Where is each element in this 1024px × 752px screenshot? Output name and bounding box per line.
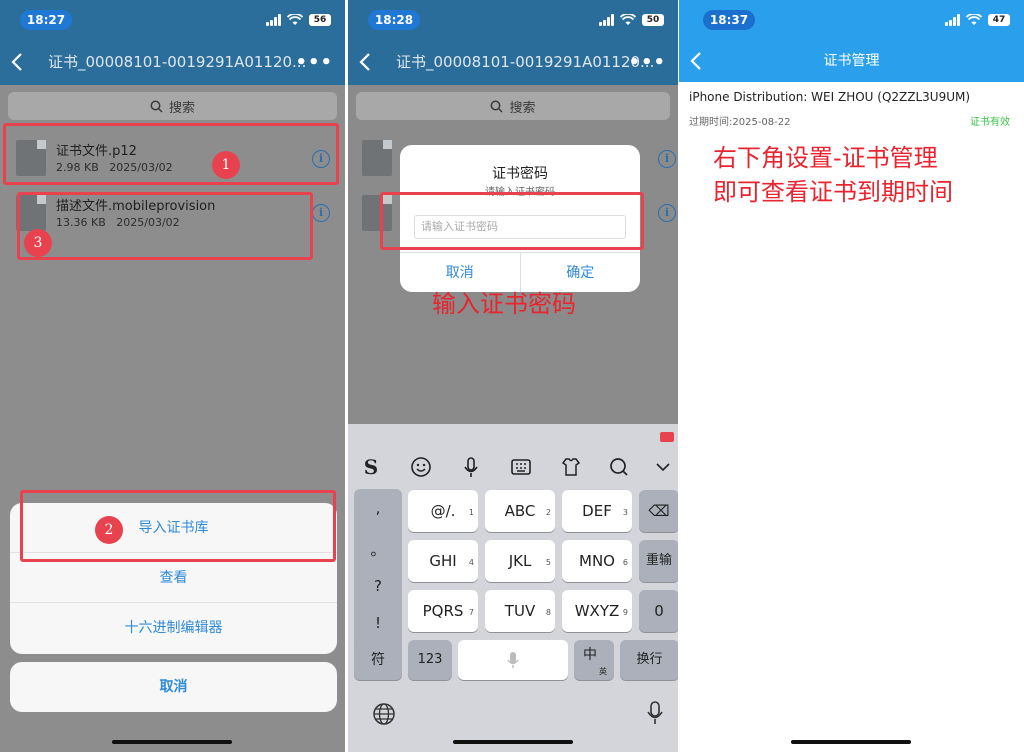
home-indicator	[453, 740, 573, 744]
search-icon	[150, 100, 163, 113]
info-icon[interactable]: i	[658, 204, 676, 222]
key-3[interactable]: DEF 3	[562, 490, 632, 532]
microphone-icon	[507, 652, 519, 668]
step-badge-1: 1	[212, 151, 240, 179]
keyboard-layout-icon[interactable]	[508, 454, 534, 480]
step-badge-2: 2	[95, 516, 123, 544]
keyboard: S , 。 ? ! @/. 1 ABC 2 DEF 3 ⌫ GHI 4 JKL 5 MNO…	[348, 424, 678, 752]
nav-bar: 证书_00008101-0019291A01120... •••	[0, 40, 345, 85]
wifi-icon	[620, 14, 636, 25]
signal-icon	[945, 14, 960, 26]
info-icon[interactable]: i	[658, 150, 676, 168]
info-icon[interactable]: i	[312, 204, 330, 222]
panel-password: 18:28 50 证书_00008101-0019291A01120... ••…	[348, 0, 678, 752]
punct-key[interactable]: 。	[354, 539, 402, 560]
wifi-icon	[966, 14, 982, 25]
key-9[interactable]: WXYZ 9	[562, 590, 632, 632]
dictation-icon[interactable]	[646, 700, 664, 726]
cancel-button[interactable]: 取消	[10, 662, 337, 712]
nav-title: 证书_00008101-0019291A01120...	[396, 53, 655, 71]
space-key[interactable]	[458, 640, 568, 680]
emoji-icon[interactable]	[408, 454, 434, 480]
status-bar: 18:37 47	[679, 0, 1024, 40]
collapse-keyboard-icon[interactable]	[654, 454, 672, 480]
home-indicator	[791, 740, 911, 744]
punctuation-column: , 。 ? !	[354, 489, 402, 649]
cert-expiry: 过期时间:2025-08-22	[689, 117, 791, 128]
search-placeholder: 搜索	[168, 100, 195, 116]
delete-key[interactable]: ⌫	[639, 490, 678, 532]
skin-icon[interactable]	[558, 454, 584, 480]
more-icon[interactable]: •••	[295, 52, 333, 73]
more-icon[interactable]: •••	[628, 52, 666, 73]
status-time: 18:28	[368, 10, 420, 30]
panel-file-list: 18:27 56 证书_00008101-0019291A01120... ••…	[0, 0, 345, 752]
search-placeholder: 搜索	[509, 100, 536, 116]
microphone-icon[interactable]	[458, 454, 484, 480]
nav-bar: 证书_00008101-0019291A01120... •••	[348, 40, 678, 85]
cancel-sheet: 取消	[10, 662, 337, 712]
cert-list-item[interactable]: iPhone Distribution: WEI ZHOU (Q2ZZL3U9U…	[679, 84, 1024, 130]
panel-cert-manager: 18:37 47 证书管理 iPhone Distribution: WEI Z…	[679, 0, 1024, 752]
key-8[interactable]: TUV 8	[485, 590, 555, 632]
cert-status-badge: 证书有效	[970, 117, 1010, 128]
signal-icon	[599, 14, 614, 26]
search-input[interactable]: 搜索	[8, 92, 337, 120]
annotation-text: 输入证书密码	[432, 290, 576, 318]
wifi-icon	[287, 14, 303, 25]
numeric-key[interactable]: 123	[408, 640, 452, 680]
battery-icon: 47	[988, 14, 1010, 26]
dialog-confirm-button[interactable]: 确定	[519, 253, 641, 292]
highlight-box	[17, 192, 313, 260]
hex-editor-button[interactable]: 十六进制编辑器	[10, 603, 337, 653]
lang-switch-key[interactable]: 中 英	[574, 640, 614, 680]
key-6[interactable]: MNO 6	[562, 540, 632, 582]
step-badge-3: 3	[24, 229, 52, 257]
dialog-cancel-button[interactable]: 取消	[400, 253, 520, 292]
nav-title: 证书管理	[823, 53, 880, 69]
back-icon[interactable]	[358, 52, 374, 72]
back-icon[interactable]	[10, 52, 26, 72]
keyboard-toolbar: S	[348, 448, 678, 486]
zero-key[interactable]: 0	[639, 590, 678, 632]
reenter-key[interactable]: 重输	[639, 540, 678, 582]
annotation-line-1: 右下角设置-证书管理	[713, 144, 938, 172]
key-4[interactable]: GHI 4	[408, 540, 478, 582]
nav-bar: 证书管理	[679, 40, 1024, 82]
key-2[interactable]: ABC 2	[485, 490, 555, 532]
annotation-line-2: 即可查看证书到期时间	[713, 178, 953, 206]
dialog-title: 证书密码	[492, 166, 548, 182]
key-1[interactable]: @/. 1	[408, 490, 478, 532]
cert-name: iPhone Distribution: WEI ZHOU (Q2ZZL3U9U…	[689, 90, 971, 104]
punct-key[interactable]: !	[354, 614, 402, 632]
sogou-logo-icon[interactable]: S	[358, 454, 384, 480]
punct-key[interactable]: ,	[354, 499, 402, 517]
status-bar: 18:27 56	[0, 0, 345, 40]
search-icon[interactable]	[606, 454, 632, 480]
status-time: 18:37	[703, 10, 755, 30]
globe-icon[interactable]	[372, 702, 396, 726]
key-5[interactable]: JKL 5	[485, 540, 555, 582]
status-bar: 18:28 50	[348, 0, 678, 40]
highlight-box	[380, 192, 644, 250]
signal-icon	[266, 14, 281, 26]
ime-badge-icon	[660, 432, 674, 442]
search-icon	[491, 100, 504, 113]
newline-key[interactable]: 换行	[620, 640, 678, 680]
highlight-box	[20, 490, 336, 562]
status-time: 18:27	[20, 10, 72, 30]
symbol-key[interactable]: 符	[354, 640, 402, 680]
home-indicator	[112, 740, 232, 744]
key-7[interactable]: PQRS 7	[408, 590, 478, 632]
nav-title: 证书_00008101-0019291A01120...	[48, 53, 307, 71]
highlight-box	[3, 123, 339, 185]
battery-icon: 56	[309, 14, 331, 26]
battery-icon: 50	[642, 14, 664, 26]
search-input[interactable]: 搜索	[356, 92, 670, 120]
file-icon	[362, 140, 392, 176]
punct-key[interactable]: ?	[354, 577, 402, 595]
